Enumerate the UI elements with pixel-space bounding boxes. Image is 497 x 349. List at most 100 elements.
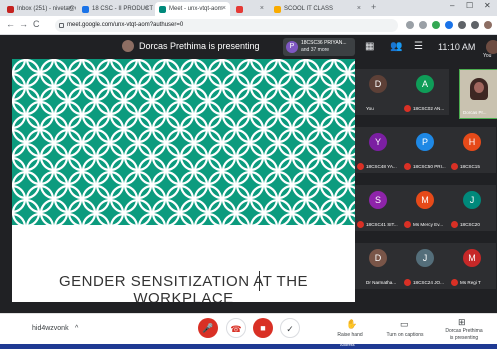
presenting-label-1[interactable]: Dorcas Prethima: [438, 328, 490, 334]
people-icon[interactable]: 👥: [390, 41, 402, 52]
raise-hand-label[interactable]: Raise hand: [330, 332, 370, 338]
tab-favicon-icon: [7, 6, 14, 13]
tab-close-icon[interactable]: ×: [68, 2, 72, 16]
tab-label: SCOOL IT CLASS: [284, 6, 334, 12]
browser-tab[interactable]: ×: [232, 2, 268, 16]
participant-avatar: A: [416, 75, 434, 93]
profile-avatar[interactable]: [484, 21, 492, 29]
lock-icon: [59, 23, 64, 28]
muted-mic-icon: [451, 163, 458, 170]
reload-button[interactable]: C: [33, 19, 40, 29]
extension-o-icon[interactable]: [458, 21, 466, 29]
clock: 11:10 AM: [438, 42, 476, 52]
participant-avatar: S: [369, 191, 387, 209]
chat-icon[interactable]: ☰: [414, 41, 423, 52]
tab-close-icon[interactable]: ×: [357, 2, 361, 16]
participant-name: 18CSC36 PRIYAN...: [301, 40, 347, 46]
minimize-button[interactable]: –: [450, 1, 454, 10]
participant-tile[interactable]: A 18CSC02 AN...: [402, 69, 449, 115]
muted-mic-icon: [451, 221, 458, 228]
presenting-label-2[interactable]: is presenting: [438, 335, 490, 341]
tab-close-icon[interactable]: ×: [260, 2, 264, 16]
url-field[interactable]: meet.google.com/unx-vtqt-aom?authuser=0: [55, 19, 398, 32]
leave-call-button[interactable]: ☎: [226, 318, 246, 338]
participant-tile[interactable]: H 18CSC15: [449, 127, 496, 173]
participant-tile[interactable]: P 18CSC50 PRI...: [402, 127, 449, 173]
browser-tab[interactable]: 18 CSC - II PRODUCT DESIGN×: [78, 2, 153, 16]
meet-control-bar: hid4wzvonk ^ 🎤 ☎ ■ ✓ ✋ Raise hand ▭ Turn…: [0, 313, 497, 345]
more-options-button[interactable]: ✓: [280, 318, 300, 338]
participant-tile[interactable]: Y 18CSC48 YA...: [355, 127, 402, 173]
taskbar-address-label: Address: [340, 342, 355, 347]
participant-name: 18CSC24 JO...: [413, 280, 444, 285]
participant-name: 18CSC20: [460, 222, 480, 227]
url-text: meet.google.com/unx-vtqt-aom?authuser=0: [67, 22, 184, 28]
self-avatar: [486, 40, 497, 54]
tab-favicon-icon: [236, 6, 243, 13]
participant-avatar: P: [416, 133, 434, 151]
participant-name: 18CSC50 PRI...: [413, 164, 446, 169]
participant-more: and 37 more: [301, 47, 330, 53]
slide-title: GENDER SENSITIZATION AT THE WORKPLACE: [58, 273, 309, 302]
camera-off-button[interactable]: ■: [253, 318, 273, 338]
grid-layout-icon[interactable]: ▦: [365, 41, 374, 52]
maximize-button[interactable]: ☐: [466, 1, 473, 10]
participant-avatar: M: [463, 249, 481, 267]
participant-avatar: J: [463, 191, 481, 209]
forward-button[interactable]: →: [19, 19, 28, 29]
camera-icon[interactable]: [406, 21, 414, 29]
participant-tile[interactable]: M Ms Mercy Ev...: [402, 185, 449, 231]
captions-label[interactable]: Turn on captions: [380, 332, 430, 338]
muted-mic-icon: [404, 163, 411, 170]
participant-tile[interactable]: D Dr Narmatha...: [355, 243, 402, 289]
participant-name: You: [366, 106, 374, 111]
participant-avatar: D: [369, 75, 387, 93]
extension-check-icon[interactable]: [432, 21, 440, 29]
star-icon[interactable]: [419, 21, 427, 29]
back-button[interactable]: ←: [6, 19, 15, 29]
present-icon[interactable]: ⊞: [458, 317, 466, 328]
tab-close-icon[interactable]: ×: [222, 2, 226, 16]
close-window-button[interactable]: ✕: [484, 1, 491, 10]
participant-tile[interactable]: J 18CSC24 JO...: [402, 243, 449, 289]
participant-tile[interactable]: J 18CSC20: [449, 185, 496, 231]
meeting-code[interactable]: hid4wzvonk: [32, 325, 69, 332]
participant-tile[interactable]: S 18CSC41 SIT...: [355, 185, 402, 231]
extension-b-icon[interactable]: [445, 21, 453, 29]
muted-mic-icon: [404, 105, 411, 112]
browser-tab[interactable]: Inbox (251) - niveta@vvce.edu.in×: [3, 2, 76, 16]
muted-mic-icon: [357, 221, 364, 228]
meet-window: Dorcas Prethima is presenting P 18CSC36 …: [0, 35, 497, 313]
address-bar-row: ← → C meet.google.com/unx-vtqt-aom?authu…: [0, 16, 497, 35]
muted-mic-icon: [357, 163, 364, 170]
browser-tab[interactable]: Meet - unx-vtqt-aom ×: [155, 2, 230, 16]
tab-favicon-icon: [82, 6, 89, 13]
chevron-up-icon[interactable]: ^: [75, 325, 78, 332]
browser-tab[interactable]: SCOOL IT CLASS ×: [270, 2, 365, 16]
participant-avatar: J: [416, 249, 434, 267]
participant-avatar: D: [369, 249, 387, 267]
participant-tile[interactable]: D You: [355, 69, 402, 115]
participants-chip[interactable]: P 18CSC36 PRIYAN... and 37 more: [283, 38, 355, 56]
participant-avatar: Y: [369, 133, 387, 151]
tab-favicon-icon: [159, 6, 166, 13]
muted-mic-icon: [404, 279, 411, 286]
mic-off-button[interactable]: 🎤: [198, 318, 218, 338]
browser-tab-strip: Inbox (251) - niveta@vvce.edu.in×18 CSC …: [0, 0, 497, 16]
muted-mic-icon: [404, 221, 411, 228]
participant-avatar: M: [416, 191, 434, 209]
extensions-puzzle-icon[interactable]: [471, 21, 479, 29]
presenter-face: [474, 82, 484, 93]
hand-icon[interactable]: ✋: [346, 319, 357, 330]
tab-label: Meet - unx-vtqt-aom: [169, 6, 223, 12]
participant-name: Dr Narmatha...: [366, 280, 397, 285]
presenter-video-tile[interactable]: Dorcas Pr...: [459, 69, 497, 119]
muted-mic-icon: [451, 279, 458, 286]
new-tab-button[interactable]: +: [371, 2, 376, 12]
tab-close-icon[interactable]: ×: [145, 2, 149, 16]
windows-taskbar: Address: [0, 342, 497, 349]
participant-tile[interactable]: M Ms Regi T: [449, 243, 496, 289]
captions-icon[interactable]: ▭: [400, 319, 409, 330]
participant-name: Ms Mercy Ev...: [413, 222, 444, 227]
presenting-text: Dorcas Prethima is presenting: [139, 41, 260, 51]
